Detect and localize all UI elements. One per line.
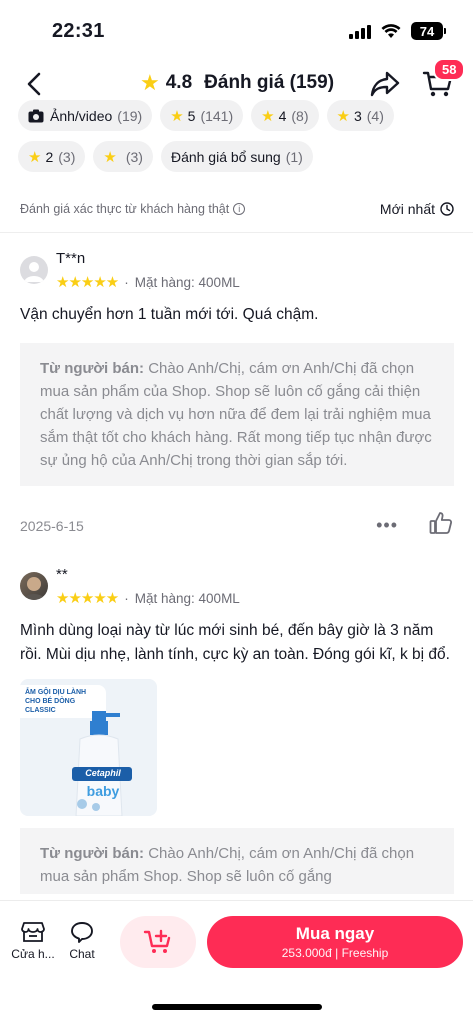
shipping-text: Freeship bbox=[341, 946, 389, 960]
verified-row: Đánh giá xác thực từ khách hàng thật i M… bbox=[20, 201, 454, 217]
chat-button[interactable]: Chat bbox=[64, 921, 100, 961]
filter-chip-additional[interactable]: Đánh giá bổ sung (1) bbox=[160, 141, 313, 172]
seller-reply-label: Từ người bán: bbox=[40, 845, 145, 862]
review-item: ** ★★★★★ · Mặt hàng: 400ML Mình dùng loạ… bbox=[20, 566, 454, 894]
wifi-icon bbox=[381, 23, 401, 39]
avatar[interactable] bbox=[20, 572, 48, 600]
title-text: Đánh giá (159) bbox=[204, 72, 335, 93]
cart-count-badge: 58 bbox=[433, 58, 466, 81]
review-meta: ★★★★★ · Mặt hàng: 400ML bbox=[56, 274, 240, 291]
review-item: T**n ★★★★★ · Mặt hàng: 400ML Vận chuyển … bbox=[20, 250, 454, 541]
add-to-cart-button[interactable] bbox=[120, 916, 196, 968]
star-icon: ★ bbox=[103, 148, 117, 166]
image-brand: Cetaphil bbox=[85, 768, 121, 778]
add-cart-icon bbox=[143, 929, 171, 953]
rating-stars: ★★★★★ bbox=[56, 274, 119, 291]
shop-label: Cửa h... bbox=[11, 947, 55, 961]
image-product: baby bbox=[86, 783, 120, 799]
status-bar: 22:31 74 bbox=[0, 0, 473, 58]
filter-chips: Ảnh/video (19) ★ 5 (141) ★ 4 (8) ★ 3 (4) ★ 2 (3) … bbox=[18, 100, 458, 182]
seller-reply: Từ người bán: Chào Anh/Chị, cám ơn Anh/C… bbox=[20, 828, 454, 894]
default-avatar-icon bbox=[24, 262, 44, 282]
price-line: 253.000đ | Freeship bbox=[281, 946, 389, 960]
reviewer-name: ** bbox=[56, 566, 68, 583]
review-date: 2025-6-15 bbox=[20, 517, 84, 534]
signal-icon bbox=[349, 23, 371, 39]
info-icon[interactable]: i bbox=[233, 203, 246, 215]
like-button[interactable] bbox=[428, 510, 454, 541]
filter-chip-3-star[interactable]: ★ 3 (4) bbox=[326, 100, 394, 131]
reviewer: ** ★★★★★ · Mặt hàng: 400ML bbox=[20, 566, 454, 607]
review-text: Mình dùng loại này từ lúc mới sinh bé, đ… bbox=[20, 622, 450, 663]
review-text: Vận chuyển hơn 1 tuần mới tới. Quá chậm. bbox=[20, 306, 319, 323]
verified-note: Đánh giá xác thực từ khách hàng thật i bbox=[20, 202, 246, 216]
variant-text: Mặt hàng: 400ML bbox=[134, 590, 240, 606]
battery-icon: 74 bbox=[411, 22, 446, 40]
status-time: 22:31 bbox=[52, 20, 105, 42]
filter-chip-media[interactable]: Ảnh/video (19) bbox=[18, 100, 153, 131]
variant-text: Mặt hàng: 400ML bbox=[134, 274, 240, 290]
buy-now-label: Mua ngay bbox=[295, 924, 375, 943]
clock-icon bbox=[440, 202, 454, 216]
chat-label: Chat bbox=[69, 947, 95, 961]
back-button[interactable] bbox=[22, 70, 46, 98]
seller-reply: Từ người bán: Chào Anh/Chị, cám ơn Anh/C… bbox=[20, 343, 454, 486]
share-icon bbox=[370, 71, 400, 97]
review-footer: 2025-6-15 ••• bbox=[20, 510, 454, 541]
share-button[interactable] bbox=[370, 70, 400, 103]
seller-reply-label: Từ người bán: bbox=[40, 360, 145, 377]
chevron-left-icon bbox=[27, 72, 41, 96]
more-options-icon[interactable]: ••• bbox=[376, 515, 398, 536]
reviewer: T**n ★★★★★ · Mặt hàng: 400ML bbox=[20, 250, 454, 291]
filter-chip-1-star[interactable]: ★ (3) bbox=[93, 141, 153, 172]
star-icon: ★ bbox=[140, 70, 160, 95]
status-icons: 74 bbox=[349, 22, 446, 40]
star-icon: ★ bbox=[28, 148, 42, 166]
rating-stars: ★★★★★ bbox=[56, 590, 119, 607]
avatar[interactable] bbox=[20, 256, 48, 284]
shop-icon bbox=[21, 922, 45, 942]
star-icon: ★ bbox=[261, 107, 275, 125]
price-text: 253.000đ bbox=[281, 946, 332, 960]
user-photo-icon bbox=[23, 577, 45, 600]
camera-icon bbox=[28, 109, 44, 123]
star-icon: ★ bbox=[170, 107, 184, 125]
rating-value: 4.8 bbox=[165, 72, 193, 93]
filter-chip-4-star[interactable]: ★ 4 (8) bbox=[251, 100, 319, 131]
filter-chip-2-star[interactable]: ★ 2 (3) bbox=[18, 141, 86, 172]
review-image[interactable]: ẮM GỘI DỊU LÀNH CHO BÉ DÒNG CLASSIC Ceta… bbox=[20, 679, 157, 816]
shop-button[interactable]: Cửa h... bbox=[10, 921, 56, 961]
reviewer-name: T**n bbox=[56, 250, 86, 267]
filter-chip-5-star[interactable]: ★ 5 (141) bbox=[160, 100, 244, 131]
thumbs-up-icon bbox=[429, 512, 453, 534]
chat-icon bbox=[71, 922, 93, 943]
review-meta: ★★★★★ · Mặt hàng: 400ML bbox=[56, 590, 240, 607]
star-icon: ★ bbox=[336, 107, 350, 125]
home-indicator bbox=[152, 1004, 322, 1010]
buy-now-button[interactable]: Mua ngay 253.000đ | Freeship bbox=[207, 916, 463, 968]
divider bbox=[0, 232, 473, 233]
page-title: ★ 4.8 Đánh giá (159) bbox=[140, 70, 334, 96]
sort-button[interactable]: Mới nhất bbox=[380, 201, 454, 217]
